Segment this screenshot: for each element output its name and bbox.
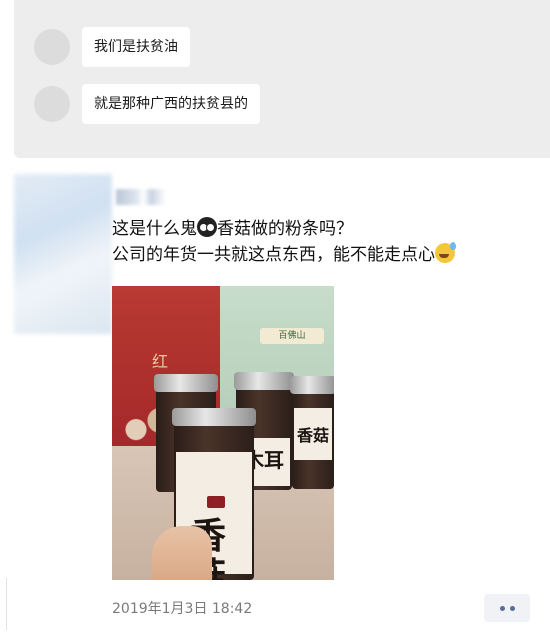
- jar-lid: [172, 408, 256, 426]
- post-text: 这是什么鬼 香菇做的粉条吗？ 公司的年货一共就这点东西，能不能走点心: [112, 216, 542, 268]
- chat-screenshot: 我们是扶贫油 就是那种广西的扶贫县的: [14, 0, 550, 158]
- chat-message-row: 就是那种广西的扶贫县的: [34, 84, 260, 124]
- avatar[interactable]: [34, 29, 70, 65]
- post-text-part: 香菇做的粉条吗？: [217, 219, 353, 239]
- jar-lid: [234, 372, 294, 390]
- chat-bubble[interactable]: 就是那种广西的扶贫县的: [82, 84, 260, 124]
- more-dots-icon: [499, 605, 505, 611]
- brand-badge: [207, 496, 225, 508]
- post-timestamp: 2019年1月3日 18:42: [112, 601, 253, 617]
- poster-avatar-blurred[interactable]: [14, 174, 112, 334]
- jar-label-text: 香菇: [297, 426, 330, 445]
- jar-lid: [154, 374, 218, 392]
- poster-nickname-blurred[interactable]: [116, 189, 166, 205]
- post-photo[interactable]: 红 百佛山 木耳 香菇 香菇: [112, 286, 334, 580]
- sweat-smile-icon: [435, 242, 456, 263]
- bag-text: 红: [152, 352, 169, 371]
- post-text-part: 公司的年货一共就这点东西，能不能走点心: [112, 245, 435, 265]
- post-text-line-1: 这是什么鬼 香菇做的粉条吗？: [112, 216, 542, 242]
- post-text-part: 这是什么鬼: [112, 219, 197, 239]
- moment-post: 这是什么鬼 香菇做的粉条吗？ 公司的年货一共就这点东西，能不能走点心 红 百佛山 …: [0, 158, 550, 640]
- chat-bubble[interactable]: 我们是扶贫油: [82, 27, 190, 67]
- more-button[interactable]: [484, 594, 530, 622]
- chat-message-row: 我们是扶贫油: [34, 27, 190, 67]
- jar-lid: [290, 376, 334, 394]
- green-bag-logo: 百佛山: [260, 328, 324, 344]
- divider: [6, 578, 7, 630]
- hand: [152, 526, 212, 580]
- more-dots-icon: [509, 605, 515, 611]
- avatar[interactable]: [34, 86, 70, 122]
- post-text-line-2: 公司的年货一共就这点东西，能不能走点心: [112, 242, 542, 268]
- jar-back-right: 香菇: [290, 376, 334, 489]
- jar-label: 香菇: [294, 408, 332, 460]
- owl-face-icon: [197, 217, 217, 237]
